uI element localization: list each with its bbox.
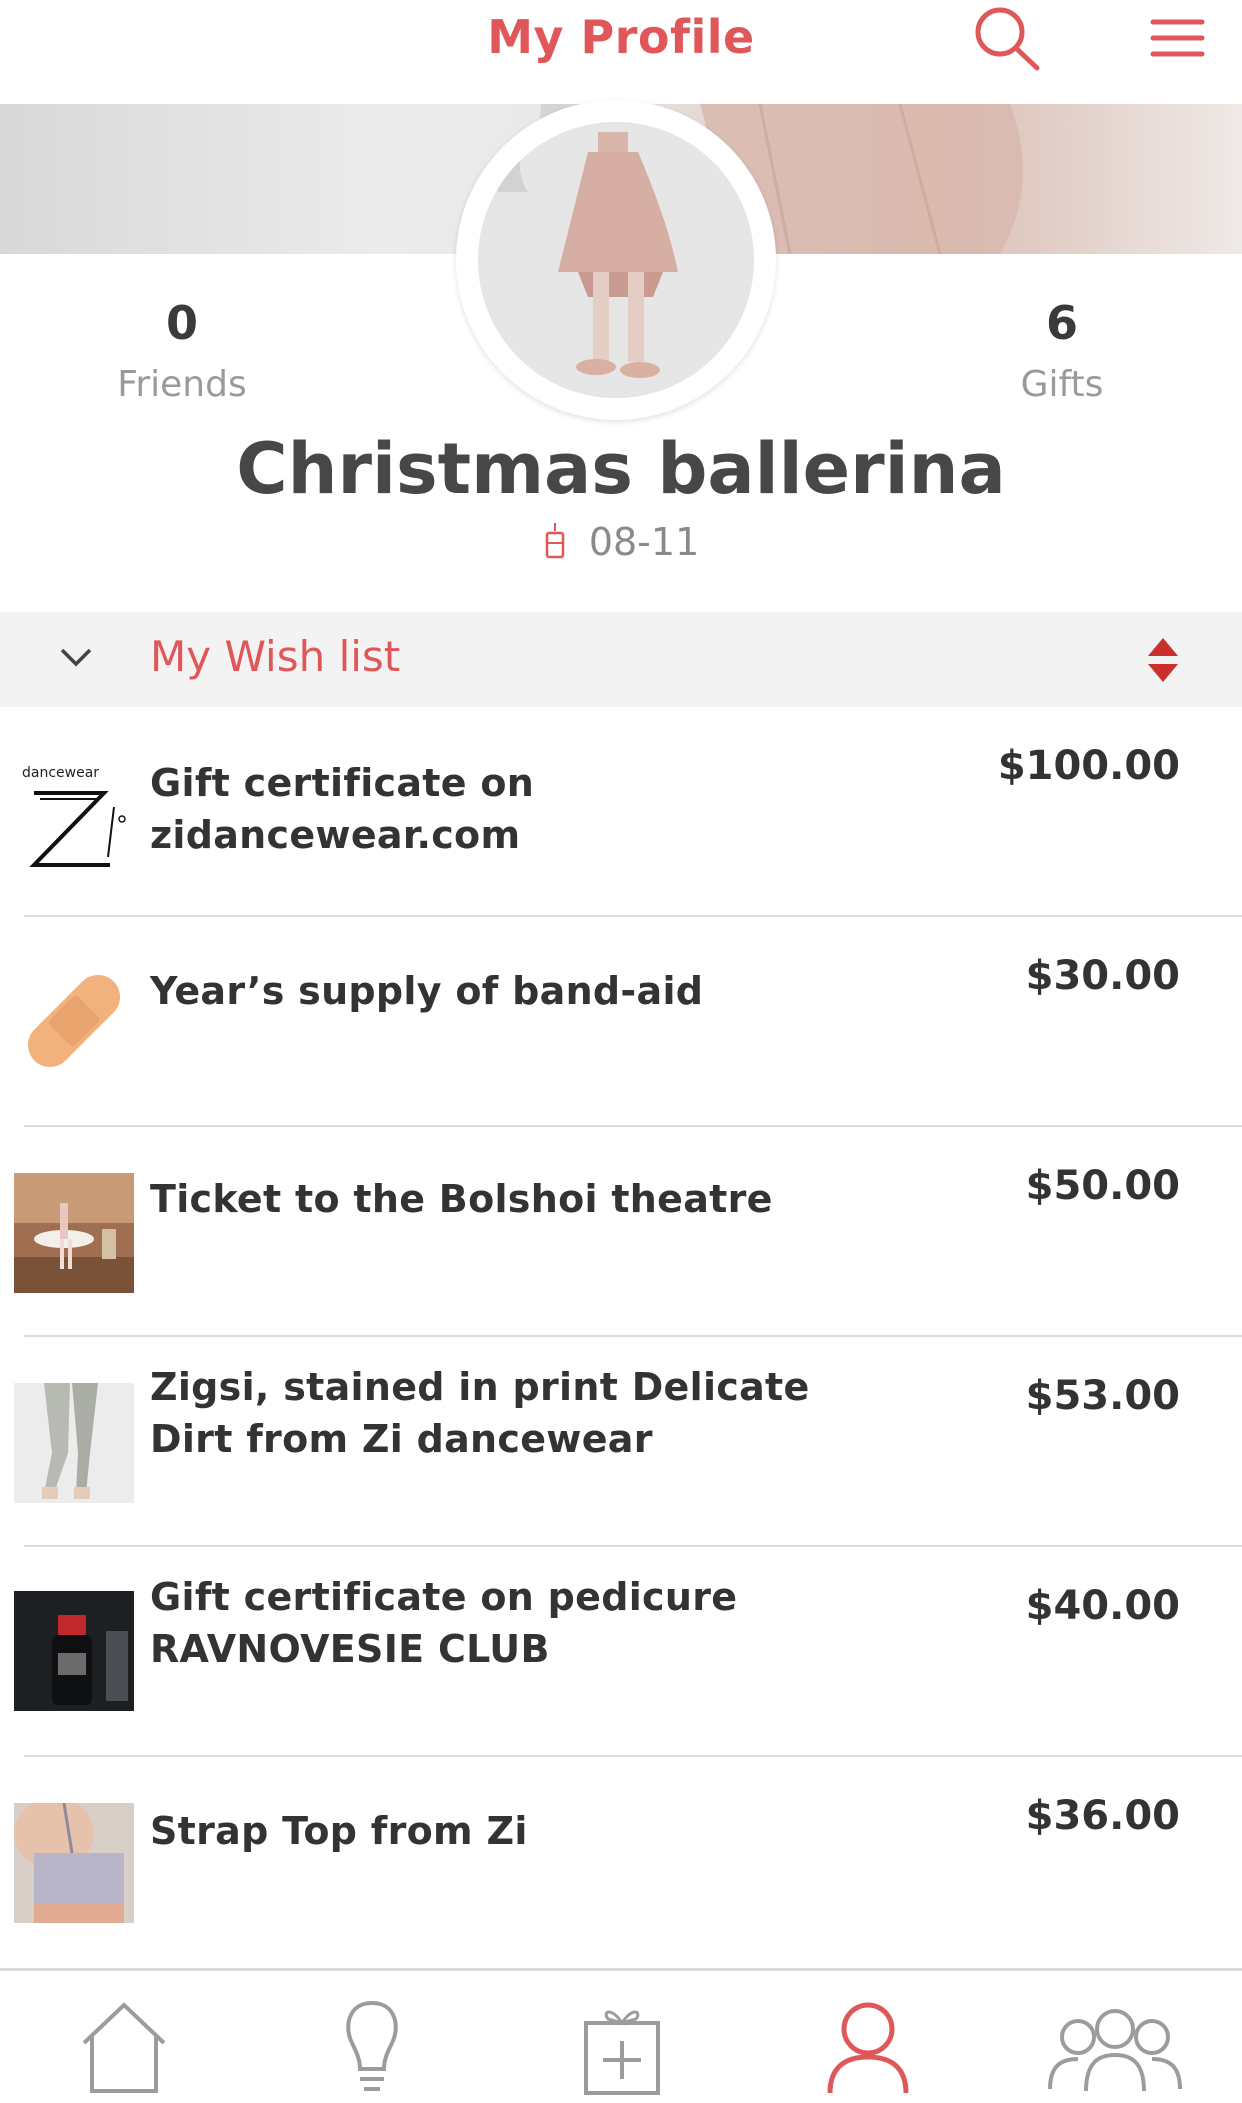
item-title: Gift certificate on zidancewear.com xyxy=(150,761,535,857)
item-price: $40.00 xyxy=(1025,1583,1180,1629)
item-price: $30.00 xyxy=(1025,953,1180,999)
top-bar: My Profile xyxy=(0,0,1242,104)
bottom-nav xyxy=(0,1968,1242,2095)
item-title: Gift certificate on pedicure RAVNOVESIE … xyxy=(150,1575,738,1671)
item-thumbnail xyxy=(14,1591,134,1711)
list-item[interactable]: Zigsi, stained in print Delicate Dirt fr… xyxy=(0,1337,1242,1547)
item-title: Strap Top from Zi xyxy=(150,1809,528,1853)
groups-icon[interactable] xyxy=(1040,1999,1190,2099)
lightbulb-icon[interactable] xyxy=(322,1999,422,2099)
item-thumbnail xyxy=(14,961,134,1081)
avatar[interactable] xyxy=(456,100,776,420)
item-thumbnail: dancewear xyxy=(14,757,134,877)
friends-count: 0 xyxy=(165,296,198,350)
birthday-date: 08-11 xyxy=(588,520,700,564)
item-price: $36.00 xyxy=(1025,1793,1180,1839)
item-thumbnail xyxy=(14,1803,134,1923)
list-item[interactable]: Strap Top from Zi $36.00 xyxy=(0,1757,1242,1967)
item-title: Year’s supply of band-aid xyxy=(150,969,704,1013)
item-price: $50.00 xyxy=(1025,1163,1180,1209)
home-icon[interactable] xyxy=(74,1999,174,2099)
avatar-photo xyxy=(478,122,754,398)
page-title: My Profile xyxy=(487,10,755,64)
wishlist-label: My Wish list xyxy=(150,632,401,681)
item-thumbnail xyxy=(14,1173,134,1293)
list-item[interactable]: Year’s supply of band-aid $30.00 xyxy=(0,917,1242,1127)
item-price: $100.00 xyxy=(997,743,1180,789)
friends-label: Friends xyxy=(117,364,247,405)
profile-icon[interactable] xyxy=(818,1999,918,2099)
cake-icon xyxy=(543,520,589,564)
logo-text: dancewear xyxy=(22,765,99,781)
gift-icon[interactable] xyxy=(572,1999,672,2099)
item-price: $53.00 xyxy=(1025,1373,1180,1419)
item-title: Zigsi, stained in print Delicate Dirt fr… xyxy=(150,1365,810,1461)
item-thumbnail xyxy=(14,1383,134,1503)
list-item[interactable]: Ticket to the Bolshoi theatre $50.00 xyxy=(0,1127,1242,1337)
friends-stat[interactable]: 0 Friends xyxy=(32,296,332,405)
search-icon[interactable] xyxy=(955,0,1055,80)
profile-name: Christmas ballerina xyxy=(236,428,1006,510)
chevron-down-icon[interactable] xyxy=(56,642,96,676)
gifts-stat[interactable]: 6 Gifts xyxy=(912,296,1212,405)
birthday: 08-11 xyxy=(0,520,1242,564)
sort-icon[interactable] xyxy=(1146,636,1180,688)
gifts-count: 6 xyxy=(1045,296,1078,350)
list-item[interactable]: Gift certificate on pedicure RAVNOVESIE … xyxy=(0,1547,1242,1757)
list-item[interactable]: dancewear Gift certificate on zidancewea… xyxy=(0,707,1242,917)
gifts-label: Gifts xyxy=(1020,364,1104,405)
wishlist-header[interactable]: My Wish list xyxy=(0,612,1242,707)
menu-icon[interactable] xyxy=(1130,0,1230,80)
item-title: Ticket to the Bolshoi theatre xyxy=(150,1177,773,1221)
